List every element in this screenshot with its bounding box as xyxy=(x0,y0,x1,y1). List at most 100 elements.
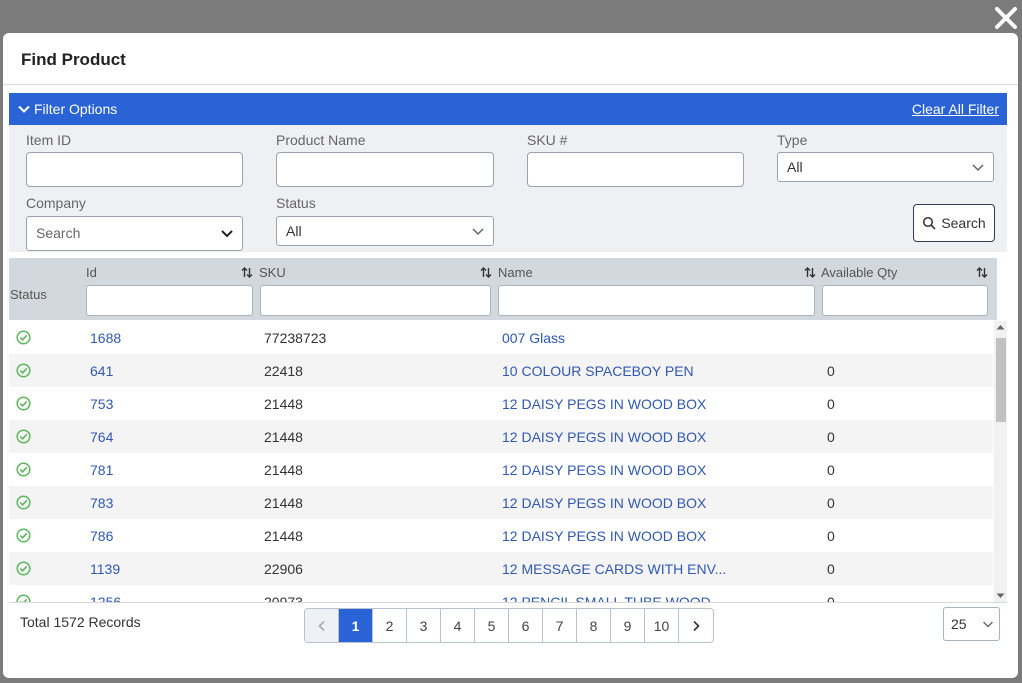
cell-id[interactable]: 783 xyxy=(90,495,113,511)
cell-id[interactable]: 1139 xyxy=(90,561,120,577)
cell-name[interactable]: 10 COLOUR SPACEBOY PEN xyxy=(502,363,694,379)
item-id-input[interactable] xyxy=(26,152,243,187)
col-id-header[interactable]: Id xyxy=(86,265,97,280)
company-select-placeholder: Search xyxy=(36,225,81,241)
table-row[interactable]: 1139 22906 12 MESSAGE CARDS WITH ENV... 0 xyxy=(9,552,993,585)
table-row[interactable]: 783 21448 12 DAISY PEGS IN WOOD BOX 0 xyxy=(9,486,993,519)
scrollbar-thumb[interactable] xyxy=(996,338,1006,422)
chevron-left-icon xyxy=(317,620,325,631)
cell-qty: 0 xyxy=(827,528,835,544)
cell-id[interactable]: 1688 xyxy=(90,330,121,346)
table-row[interactable]: 641 22418 10 COLOUR SPACEBOY PEN 0 xyxy=(9,354,993,387)
cell-sku: 21448 xyxy=(264,462,303,478)
filter-options-label: Filter Options xyxy=(34,101,118,117)
check-circle-icon xyxy=(16,528,31,543)
page-button-8[interactable]: 8 xyxy=(577,609,611,642)
col-name-header[interactable]: Name xyxy=(498,265,533,280)
status-label: Status xyxy=(276,195,316,211)
page-button-6[interactable]: 6 xyxy=(509,609,543,642)
page-size-value: 25 xyxy=(951,616,967,632)
cell-id[interactable]: 641 xyxy=(90,363,113,379)
cell-name[interactable]: 12 DAISY PEGS IN WOOD BOX xyxy=(502,429,706,445)
filter-options-toggle[interactable]: Filter Options xyxy=(17,101,117,117)
col-qty-header[interactable]: Available Qty xyxy=(821,265,897,280)
prev-page-button[interactable] xyxy=(305,609,339,642)
page-button-10[interactable]: 10 xyxy=(645,609,679,642)
cell-name[interactable]: 12 DAISY PEGS IN WOOD BOX xyxy=(502,495,706,511)
cell-name[interactable]: 12 DAISY PEGS IN WOOD BOX xyxy=(502,528,706,544)
cell-qty: 0 xyxy=(827,561,835,577)
cell-name[interactable]: 12 PENCIL SMALL TUBE WOOD... xyxy=(502,594,722,602)
table-row[interactable]: 1256 20973 12 PENCIL SMALL TUBE WOOD... 0 xyxy=(9,585,993,602)
filter-panel: Item ID Product Name SKU # Type All Comp… xyxy=(9,125,1007,252)
grid-body: 1688 77238723 007 Glass 641 22418 10 COLOUR S… xyxy=(9,321,993,602)
grid-scrollbar[interactable] xyxy=(994,321,1007,602)
page-button-5[interactable]: 5 xyxy=(475,609,509,642)
table-row[interactable]: 786 21448 12 DAISY PEGS IN WOOD BOX 0 xyxy=(9,519,993,552)
cell-id[interactable]: 1256 xyxy=(90,594,121,602)
table-row[interactable]: 753 21448 12 DAISY PEGS IN WOOD BOX 0 xyxy=(9,387,993,420)
col-sku-header[interactable]: SKU xyxy=(259,265,286,280)
status-select[interactable]: All xyxy=(276,216,494,246)
cell-name[interactable]: 12 DAISY PEGS IN WOOD BOX xyxy=(502,396,706,412)
cell-sku: 21448 xyxy=(264,429,303,445)
table-row[interactable]: 781 21448 12 DAISY PEGS IN WOOD BOX 0 xyxy=(9,453,993,486)
check-circle-icon xyxy=(16,462,31,477)
sku-label: SKU # xyxy=(527,132,568,148)
cell-qty: 0 xyxy=(827,429,835,445)
product-name-input[interactable] xyxy=(276,152,494,187)
modal-header: Find Product xyxy=(3,33,1018,85)
table-row[interactable]: 764 21448 12 DAISY PEGS IN WOOD BOX 0 xyxy=(9,420,993,453)
cell-name[interactable]: 12 MESSAGE CARDS WITH ENV... xyxy=(502,561,726,577)
cell-sku: 22418 xyxy=(264,363,303,379)
sort-icon[interactable] xyxy=(241,266,253,279)
table-row[interactable]: 1688 77238723 007 Glass xyxy=(9,321,993,354)
page-button-1[interactable]: 1 xyxy=(339,609,373,642)
sort-icon[interactable] xyxy=(976,266,988,279)
cell-id[interactable]: 753 xyxy=(90,396,113,412)
clear-all-filter-link[interactable]: Clear All Filter xyxy=(912,101,999,117)
pagination: 1 2 3 4 5 6 7 8 9 10 xyxy=(304,608,714,643)
cell-id[interactable]: 786 xyxy=(90,528,113,544)
cell-id[interactable]: 781 xyxy=(90,462,113,478)
sku-input[interactable] xyxy=(527,152,744,187)
name-filter-input[interactable] xyxy=(498,285,815,316)
qty-filter-input[interactable] xyxy=(822,285,988,316)
page-button-7[interactable]: 7 xyxy=(543,609,577,642)
page-button-4[interactable]: 4 xyxy=(441,609,475,642)
type-label: Type xyxy=(777,132,808,148)
check-circle-icon xyxy=(16,495,31,510)
cell-name[interactable]: 12 DAISY PEGS IN WOOD BOX xyxy=(502,462,706,478)
total-records: Total 1572 Records xyxy=(20,614,141,630)
search-button[interactable]: Search xyxy=(913,204,995,242)
page-size-select[interactable]: 25 xyxy=(943,607,1000,641)
next-page-button[interactable] xyxy=(679,609,713,642)
chevron-right-icon xyxy=(693,620,700,631)
cell-name[interactable]: 007 Glass xyxy=(502,330,565,346)
chevron-down-icon xyxy=(221,230,233,238)
cell-qty: 0 xyxy=(827,462,835,478)
cell-id[interactable]: 764 xyxy=(90,429,113,445)
check-circle-icon xyxy=(16,330,31,345)
chevron-down-icon xyxy=(972,164,984,172)
close-icon[interactable] xyxy=(992,4,1020,32)
scroll-up-icon[interactable] xyxy=(996,324,1005,330)
filter-options-bar: Filter Options Clear All Filter xyxy=(9,93,1007,125)
page-button-9[interactable]: 9 xyxy=(611,609,645,642)
sort-icon[interactable] xyxy=(804,266,816,279)
page-button-2[interactable]: 2 xyxy=(373,609,407,642)
cell-qty: 0 xyxy=(827,594,835,602)
chevron-down-icon xyxy=(983,621,993,628)
search-button-label: Search xyxy=(941,215,986,231)
cell-sku: 21448 xyxy=(264,528,303,544)
sort-icon[interactable] xyxy=(480,266,492,279)
sku-filter-input[interactable] xyxy=(260,285,491,316)
cell-sku: 22906 xyxy=(264,561,303,577)
scroll-down-icon[interactable] xyxy=(996,593,1005,599)
type-select[interactable]: All xyxy=(777,152,994,182)
cell-qty: 0 xyxy=(827,495,835,511)
page-button-3[interactable]: 3 xyxy=(407,609,441,642)
id-filter-input[interactable] xyxy=(86,285,253,316)
company-select[interactable]: Search xyxy=(26,216,243,251)
cell-sku: 21448 xyxy=(264,396,303,412)
